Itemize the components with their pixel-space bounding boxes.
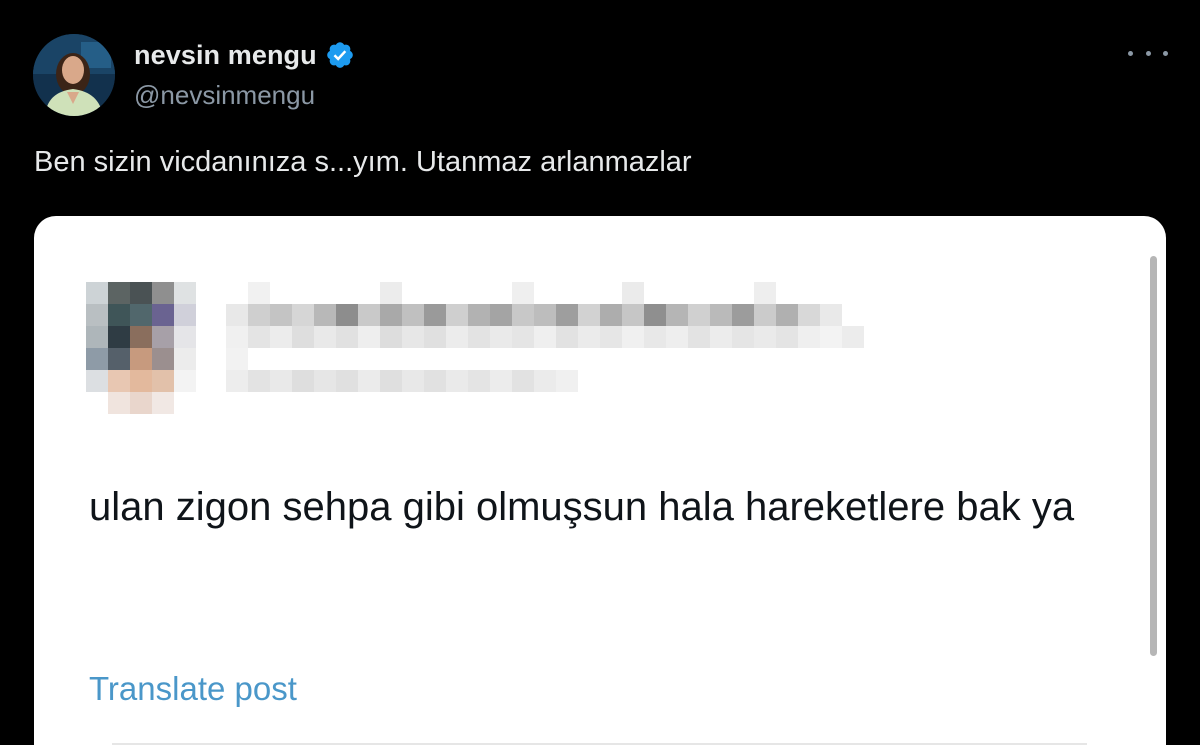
author-display-name[interactable]: nevsin mengu bbox=[134, 40, 317, 71]
author-name-row: nevsin mengu bbox=[134, 38, 355, 72]
author-handle[interactable]: @nevsinmengu bbox=[134, 80, 315, 111]
quoted-post-card[interactable]: ulan zigon sehpa gibi olmuşsun hala hare… bbox=[34, 216, 1166, 745]
scrollbar[interactable] bbox=[1150, 256, 1157, 656]
tweet: nevsin mengu @nevsinmengu Ben sizin vicd… bbox=[0, 0, 1200, 745]
verified-badge-icon bbox=[325, 40, 355, 70]
pixelated-author-info bbox=[86, 268, 866, 418]
post-text: Ben sizin vicdanınıza s...yım. Utanmaz a… bbox=[34, 146, 692, 178]
author-avatar[interactable] bbox=[33, 34, 115, 116]
more-options-icon[interactable] bbox=[1128, 40, 1168, 66]
translate-post-link[interactable]: Translate post bbox=[89, 670, 297, 708]
quoted-post-text: ulan zigon sehpa gibi olmuşsun hala hare… bbox=[89, 485, 1075, 529]
